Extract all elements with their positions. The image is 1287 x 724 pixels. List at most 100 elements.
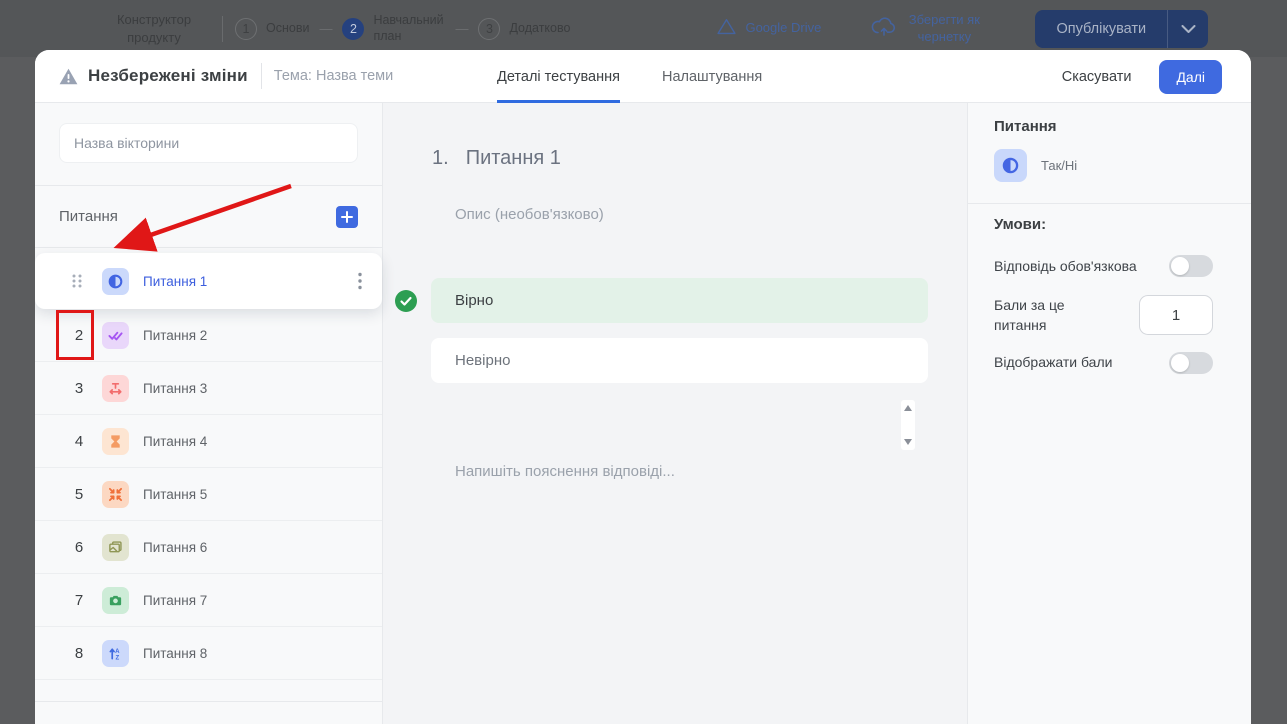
answer-row-incorrect: Невірно — [395, 338, 928, 383]
svg-text:Z: Z — [116, 654, 120, 661]
required-answer-toggle[interactable] — [1169, 255, 1213, 277]
step-number: 2 — [342, 17, 365, 40]
question-row[interactable]: 6 Питання 6 — [35, 521, 382, 574]
question-row[interactable]: 4 Питання 4 — [35, 415, 382, 468]
modal-header: Незбережені зміни Тема: Назва теми Детал… — [35, 50, 1251, 103]
question-row-number: 5 — [74, 485, 84, 503]
question-row-number: 3 — [74, 379, 84, 397]
question-type-row: Так/Ні — [994, 149, 1213, 182]
question-row[interactable]: 2 Питання 2 — [35, 309, 382, 362]
question-row-label: Питання 1 — [143, 273, 208, 289]
add-question-button[interactable] — [336, 205, 358, 228]
collapse-arrows-icon — [102, 480, 129, 508]
sort-az-icon: AZ — [102, 639, 129, 667]
question-row[interactable]: 8 AZ Питання 8 — [35, 627, 382, 680]
unsaved-changes-title: Незбережені зміни — [88, 66, 248, 85]
sidebar-bottom-divider — [35, 701, 382, 702]
explanation-scrollbar[interactable] — [901, 400, 915, 450]
warning-icon — [59, 68, 78, 85]
empty-check-slot — [395, 350, 417, 372]
question-row-number: 4 — [74, 432, 84, 450]
kebab-menu-icon[interactable] — [354, 268, 366, 294]
answer-option-false[interactable]: Невірно — [431, 338, 928, 383]
question-row-number: 8 — [74, 644, 84, 662]
cancel-button[interactable]: Скасувати — [1062, 69, 1132, 85]
google-drive-icon — [716, 17, 737, 41]
yes-no-type-icon — [994, 149, 1027, 182]
explanation-input[interactable]: Напишіть пояснення відповіді... — [455, 463, 675, 480]
toggle-knob — [1171, 353, 1189, 372]
step-curriculum[interactable]: 2 Навчальний план — [342, 13, 445, 44]
tab-settings[interactable]: Налаштування — [662, 50, 762, 103]
question-row-label: Питання 5 — [143, 486, 208, 502]
question-row-label: Питання 7 — [143, 592, 208, 608]
quiz-name-input[interactable] — [59, 123, 358, 163]
question-title-input[interactable]: Питання 1 — [466, 147, 561, 170]
required-answer-label: Відповідь обов'язкова — [994, 257, 1137, 274]
save-draft-button[interactable]: Зберегти як чернетку — [871, 12, 983, 46]
publish-button[interactable]: Опублікувати — [1035, 9, 1209, 48]
brand-title: Конструктор продукту — [116, 11, 192, 45]
question-type-label: Так/Ні — [1041, 158, 1078, 173]
camera-icon — [102, 586, 129, 614]
step-number: 1 — [235, 17, 257, 40]
questions-label: Питання — [59, 208, 118, 225]
question-settings-panel: Питання Так/Ні Умови: Відповідь обов'язк… — [967, 103, 1251, 724]
publish-label: Опублікувати — [1056, 20, 1147, 37]
questions-header: Питання — [35, 186, 382, 248]
answers-list: Вірно Невірно — [395, 278, 928, 398]
next-button[interactable]: Далі — [1159, 59, 1222, 94]
points-row: Бали за це питання — [994, 295, 1213, 336]
question-row-number: 2 — [74, 326, 84, 344]
wizard-steps: 1 Основи — 2 Навчальний план — 3 Додатко… — [235, 13, 570, 44]
step-label: Навчальний план — [373, 12, 444, 43]
question-title-row: 1. Питання 1 — [432, 147, 561, 170]
scroll-up-icon[interactable] — [904, 405, 912, 411]
question-list: Питання 1 2 Питання 2 3 Питання 3 4 Пита… — [35, 248, 382, 680]
question-row-selected[interactable]: Питання 1 — [35, 253, 382, 309]
question-row-label: Питання 3 — [143, 380, 208, 396]
hourglass-icon — [102, 427, 129, 455]
step-basics[interactable]: 1 Основи — [235, 17, 310, 40]
question-row[interactable]: 7 Питання 7 — [35, 574, 382, 627]
description-input[interactable]: Опис (необов'язково) — [455, 206, 604, 223]
tab-test-details[interactable]: Деталі тестування — [497, 50, 620, 103]
text-width-icon — [102, 374, 129, 402]
correct-check-icon[interactable] — [395, 289, 417, 312]
show-points-row: Відображати бали — [994, 351, 1213, 374]
drag-handle-icon[interactable] — [68, 272, 86, 290]
header-actions: Скасувати Далі — [1062, 50, 1222, 103]
step-label: Додатково — [509, 20, 571, 35]
points-label: Бали за це питання — [994, 297, 1065, 334]
question-number: 1. — [432, 147, 449, 169]
conditions-heading: Умови: — [994, 216, 1047, 233]
panel-divider — [968, 203, 1251, 204]
question-row[interactable]: 5 Питання 5 — [35, 468, 382, 521]
question-row-label: Питання 2 — [143, 327, 208, 343]
step-extra[interactable]: 3 Додатково — [478, 17, 571, 40]
question-row[interactable]: 3 Питання 3 — [35, 362, 382, 415]
quiz-name-section — [35, 103, 382, 186]
topbar-divider — [222, 15, 223, 42]
modal-tabs: Деталі тестування Налаштування — [497, 50, 762, 103]
points-input[interactable] — [1139, 295, 1213, 336]
question-row-number: 6 — [74, 538, 84, 556]
answer-row-correct: Вірно — [395, 278, 928, 323]
google-drive-label: Google Drive — [745, 20, 822, 36]
question-row-number: 7 — [74, 591, 84, 609]
contrast-icon — [102, 267, 129, 295]
google-drive-button[interactable]: Google Drive — [716, 17, 821, 41]
show-points-label: Відображати бали — [994, 354, 1113, 371]
question-row-label: Питання 4 — [143, 433, 208, 449]
chevron-down-icon[interactable] — [1168, 24, 1208, 33]
step-label: Основи — [266, 20, 310, 35]
modal-body: Питання Питання 1 2 Питання 2 3 Питання … — [35, 103, 1251, 724]
panel-question-heading: Питання — [994, 118, 1057, 135]
questions-sidebar: Питання Питання 1 2 Питання 2 3 Питання … — [35, 103, 383, 724]
answer-option-true[interactable]: Вірно — [431, 278, 928, 323]
gallery-icon — [102, 533, 129, 561]
quiz-editor-modal: Незбережені зміни Тема: Назва теми Детал… — [35, 50, 1251, 724]
question-row-label: Питання 8 — [143, 645, 208, 661]
show-points-toggle[interactable] — [1169, 351, 1213, 374]
scroll-down-icon[interactable] — [904, 439, 912, 445]
